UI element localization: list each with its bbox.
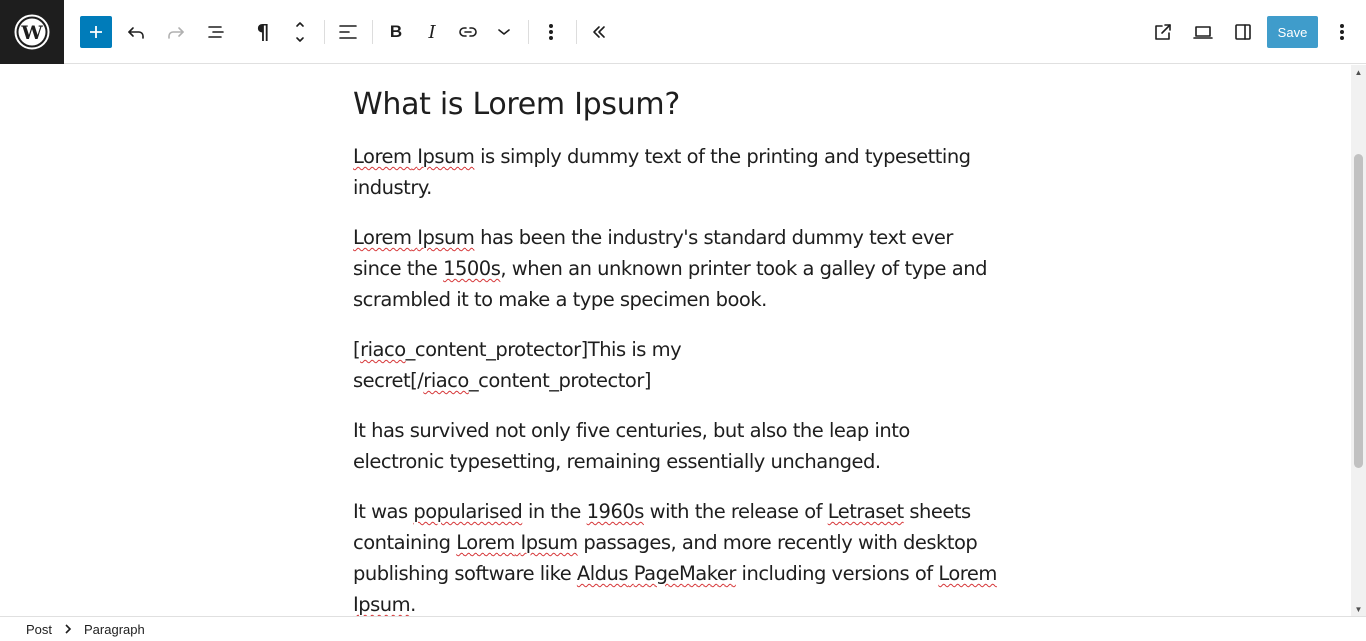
wordpress-icon: W [14, 14, 50, 49]
toolbar-divider [576, 20, 577, 44]
misspelled-word: Lorem [353, 145, 412, 168]
bold-button[interactable]: B [376, 12, 416, 52]
redo-icon [168, 27, 184, 39]
move-block-button[interactable] [280, 12, 320, 52]
undo-button[interactable] [116, 12, 156, 52]
paragraph-text: _content_protector] [468, 369, 652, 392]
heading-block[interactable]: What is Lorem Ipsum? [353, 85, 1003, 125]
toolbar-divider [324, 20, 325, 44]
paragraph-text: with the release of [643, 500, 828, 523]
save-button[interactable]: Save [1267, 16, 1318, 48]
plus-icon [90, 26, 102, 38]
editor-canvas: What is Lorem Ipsum? Lorem Ipsum is simp… [0, 65, 1351, 616]
list-view-button[interactable] [196, 12, 236, 52]
misspelled-word: Aldus [576, 562, 629, 585]
double-chevron-left-icon [593, 26, 605, 38]
paragraph-text: It was [353, 500, 414, 523]
misspelled-word: Ipsum [417, 226, 475, 249]
shortcode-paragraph-block[interactable]: [riaco_content_protector]This is my secr… [353, 334, 753, 396]
breadcrumb-post[interactable]: Post [26, 622, 52, 637]
vertical-ellipsis-icon [1340, 24, 1345, 40]
preview-device-button[interactable] [1183, 12, 1223, 52]
paragraph-block[interactable]: Lorem Ipsum has been the industry's stan… [353, 222, 1003, 315]
misspelled-word: Ipsum [417, 145, 475, 168]
misspelled-word: Ipsum [353, 593, 411, 616]
undo-icon [128, 27, 144, 39]
scrollbar-thumb[interactable] [1354, 154, 1363, 468]
external-link-icon [1155, 24, 1171, 40]
misspelled-word: Lorem [456, 531, 515, 554]
list-view-icon [208, 26, 224, 38]
misspelled-word: Ipsum [520, 531, 579, 554]
italic-label: I [428, 21, 436, 43]
misspelled-word: Letraset [827, 500, 904, 523]
editor-options-button[interactable] [1322, 12, 1362, 52]
scroll-down-arrow-icon[interactable]: ▼ [1351, 602, 1366, 616]
up-down-arrows-icon [296, 22, 304, 42]
misspelled-word: popularised [413, 500, 523, 523]
vertical-ellipsis-icon [549, 24, 554, 40]
block-type-paragraph-button[interactable]: ¶ [243, 12, 283, 52]
view-post-button[interactable] [1143, 12, 1183, 52]
paragraph-text: including versions of [735, 562, 939, 585]
scroll-up-arrow-icon[interactable]: ▲ [1351, 65, 1366, 79]
misspelled-word: Lorem [353, 226, 412, 249]
misspelled-word: PageMaker [633, 562, 737, 585]
breadcrumb-paragraph[interactable]: Paragraph [84, 622, 145, 637]
chevron-right-icon [64, 624, 72, 634]
redo-button[interactable] [156, 12, 196, 52]
block-breadcrumb: Post Paragraph [0, 616, 1366, 641]
settings-sidebar-button[interactable] [1223, 12, 1263, 52]
paragraph-text: . [410, 593, 416, 616]
align-left-icon [339, 25, 357, 39]
paragraph-block[interactable]: It was popularised in the 1960s with the… [353, 496, 1003, 616]
paragraph-text: in the [522, 500, 587, 523]
align-text-button[interactable] [328, 12, 368, 52]
toolbar-divider [372, 20, 373, 44]
misspelled-word: riaco [360, 338, 406, 361]
italic-button[interactable]: I [412, 12, 452, 52]
svg-text:W: W [20, 22, 43, 44]
block-inserter-button[interactable] [80, 16, 112, 48]
block-options-button[interactable] [531, 12, 571, 52]
editor-scrollbar[interactable]: ▲ ▼ [1351, 65, 1366, 616]
misspelled-word: riaco [423, 369, 469, 392]
toolbar-divider [528, 20, 529, 44]
pilcrow-icon: ¶ [256, 20, 270, 44]
collapse-toolbar-button[interactable] [579, 12, 619, 52]
more-formats-button[interactable] [484, 12, 524, 52]
misspelled-word: 1960s [586, 500, 645, 523]
link-button[interactable] [448, 12, 488, 52]
wordpress-logo-button[interactable]: W [0, 0, 64, 64]
paragraph-block[interactable]: Lorem Ipsum is simply dummy text of the … [353, 141, 1003, 203]
misspelled-word: 1500s [443, 257, 501, 280]
chevron-down-icon [498, 29, 510, 35]
sidebar-toggle-icon [1235, 24, 1251, 40]
link-icon [459, 27, 477, 37]
laptop-icon [1193, 26, 1213, 39]
post-content: What is Lorem Ipsum? Lorem Ipsum is simp… [353, 85, 1003, 616]
misspelled-word: Lorem [938, 562, 997, 585]
bold-label: B [389, 22, 403, 41]
paragraph-block[interactable]: It has survived not only five centuries,… [353, 415, 1003, 477]
